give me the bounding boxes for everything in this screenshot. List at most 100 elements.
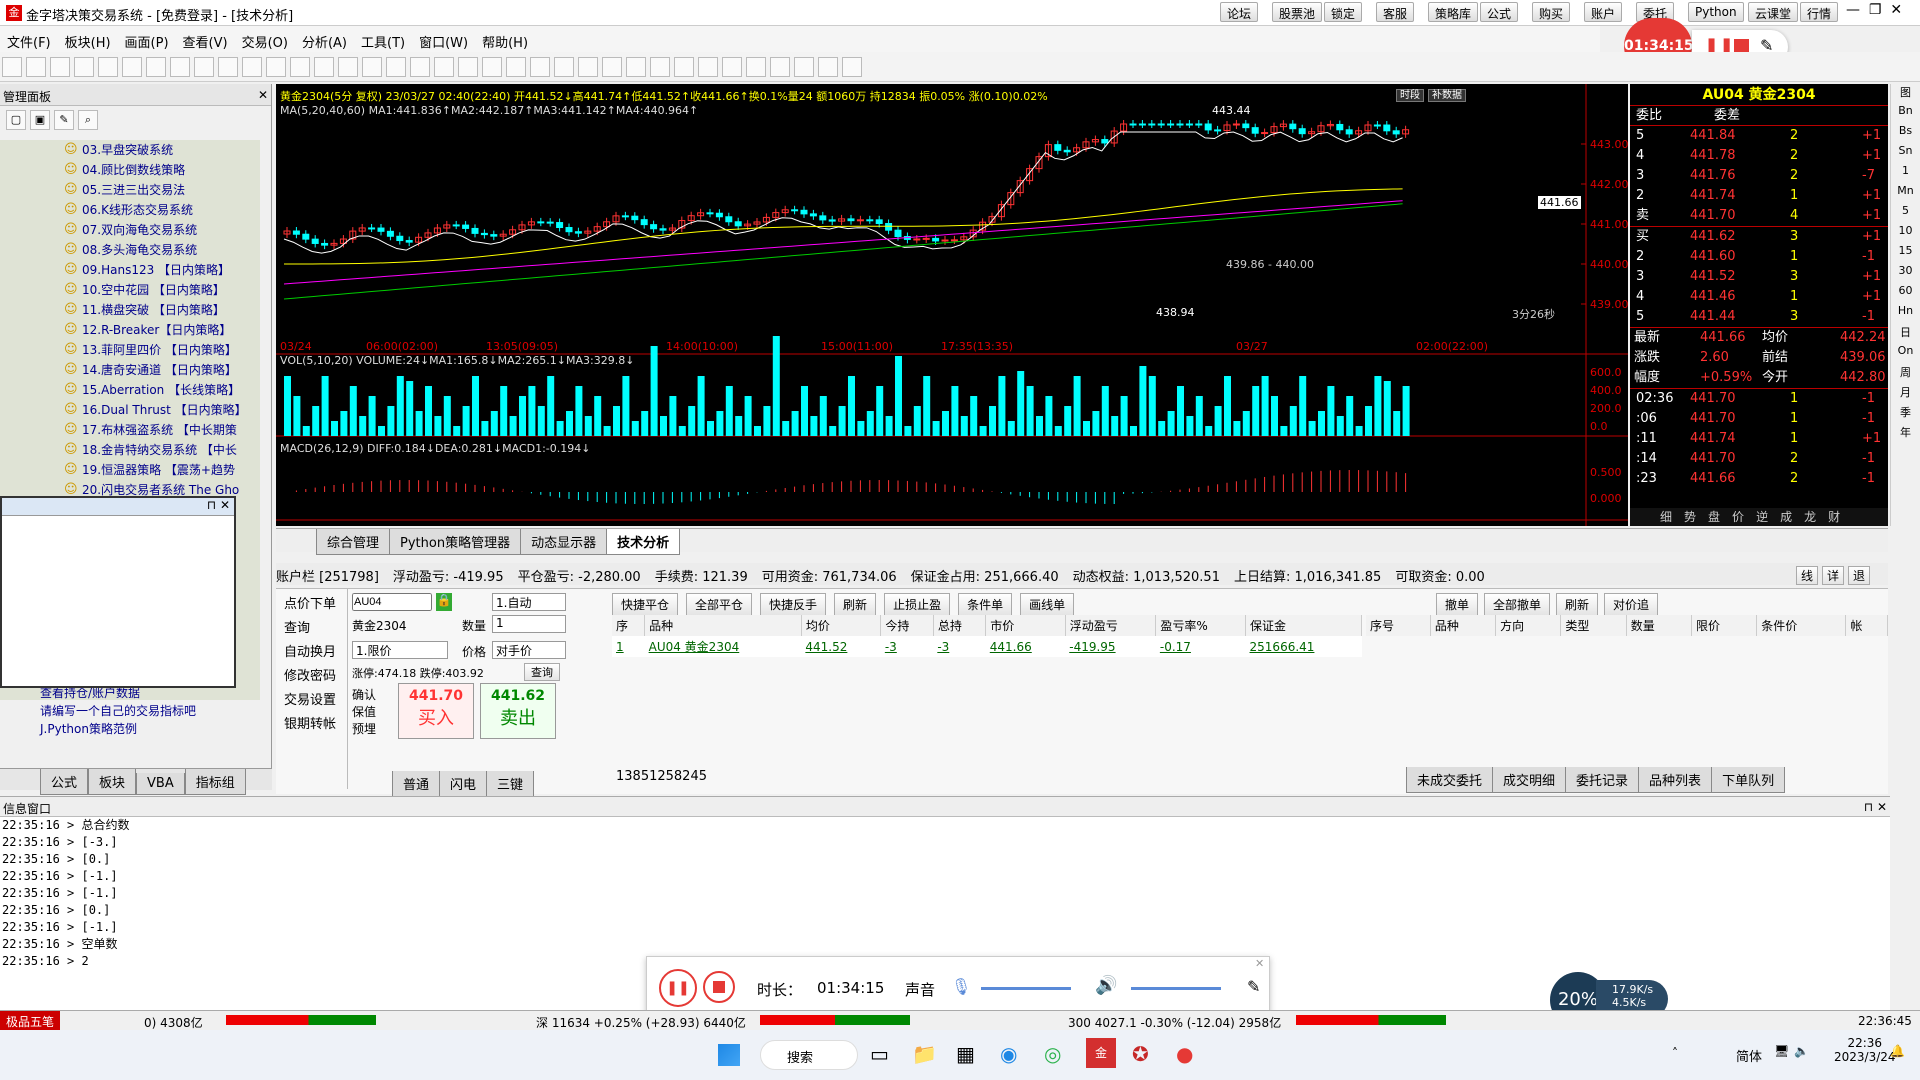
buy-button[interactable]: 441.70 买入 — [398, 683, 474, 739]
qty-input[interactable]: 1 — [492, 615, 566, 633]
order-menu-item[interactable]: 查询 — [276, 617, 347, 641]
index-icon[interactable] — [122, 57, 142, 77]
order-checkbox[interactable]: 保值 — [352, 704, 376, 721]
zoom-out-icon[interactable] — [338, 57, 358, 77]
strategy-item[interactable]: 11.横盘突破 【日内策略】 — [0, 300, 260, 320]
left-tab-3[interactable]: 指标组 — [184, 769, 246, 795]
draw-icon[interactable] — [26, 57, 46, 77]
period-button[interactable]: On — [1891, 344, 1920, 364]
home-icon[interactable] — [2, 57, 22, 77]
color-icon[interactable] — [746, 57, 766, 77]
order-tab[interactable]: 未成交委托 — [1406, 767, 1494, 793]
order-button[interactable]: 全部撤单 — [1484, 593, 1551, 616]
sell-button[interactable]: 441.62 卖出 — [480, 683, 556, 739]
period-button[interactable]: 月 — [1891, 384, 1920, 404]
panel-close-icon[interactable]: ✕ — [258, 88, 268, 102]
period-button[interactable]: 周 — [1891, 364, 1920, 384]
lock-icon[interactable] — [722, 57, 742, 77]
period-button[interactable]: 5 — [1891, 204, 1920, 224]
top-button-2[interactable]: 锁定 — [1324, 2, 1363, 22]
strategy-item[interactable]: 04.顾比倒数线策略 — [0, 160, 260, 180]
pen-icon[interactable]: ✎ — [1247, 977, 1260, 996]
quote-tab[interactable]: 价 — [1732, 510, 1744, 524]
period-button[interactable]: Sn — [1891, 144, 1920, 164]
position-button[interactable]: 止损止盈 — [884, 593, 951, 616]
quote-tab[interactable]: 龙 — [1804, 510, 1816, 524]
position-cell[interactable]: -3 — [881, 636, 933, 657]
position-cell[interactable]: 441.66 — [986, 636, 1065, 657]
magnet-icon[interactable] — [626, 57, 646, 77]
strategy-item[interactable]: 12.R-Breaker【日内策略】 — [0, 320, 260, 340]
period-button[interactable]: Mn — [1891, 184, 1920, 204]
chart-tag[interactable]: 时段 — [1396, 89, 1424, 102]
angle-icon[interactable] — [482, 57, 502, 77]
rect-icon[interactable] — [554, 57, 574, 77]
order-form-tab[interactable]: 普通 — [392, 771, 441, 797]
strategy-item[interactable]: 05.三进三出交易法 — [0, 180, 260, 200]
money-icon[interactable] — [194, 57, 214, 77]
query-button[interactable]: 查询 — [524, 663, 560, 681]
floating-window[interactable]: ⊓ ✕ — [0, 496, 236, 688]
position-cell[interactable]: AU04 黄金2304 — [645, 636, 802, 657]
edit-icon[interactable] — [170, 57, 190, 77]
speaker-icon[interactable]: 🔊 — [1095, 975, 1117, 996]
period-button[interactable]: 年 — [1891, 424, 1920, 444]
order-button[interactable]: 对价追 — [1604, 593, 1659, 616]
period-button[interactable]: 30 — [1891, 264, 1920, 284]
period-button[interactable]: Bs — [1891, 124, 1920, 144]
chart-canvas[interactable]: 443.00 442.00 441.00 440.00 439.00 600.0 400.0… — [276, 84, 1629, 526]
top-button-3[interactable]: 客服 — [1376, 2, 1415, 22]
left-tab-0[interactable]: 公式 — [40, 769, 89, 795]
top-button-7[interactable]: 账户 — [1584, 2, 1623, 22]
taskbar-search[interactable]: 搜索 — [760, 1040, 858, 1070]
code-input[interactable] — [352, 593, 432, 611]
store-icon[interactable]: ▦ — [956, 1042, 975, 1066]
circle-icon[interactable] — [578, 57, 598, 77]
volume-icon[interactable]: 🔈 — [1794, 1044, 1809, 1058]
microphone-icon[interactable]: 🎙 — [951, 977, 971, 996]
period-button[interactable]: 季 — [1891, 404, 1920, 424]
start-icon[interactable] — [718, 1044, 740, 1066]
cross-icon[interactable] — [842, 57, 862, 77]
channel-icon[interactable] — [506, 57, 526, 77]
settings-icon[interactable] — [362, 57, 382, 77]
app-emblem-icon[interactable]: ✪ — [1132, 1042, 1149, 1066]
task-view-icon[interactable]: ▭ — [870, 1042, 889, 1066]
percent-icon[interactable] — [434, 57, 454, 77]
speaker-volume-slider[interactable] — [1131, 987, 1221, 990]
text-icon[interactable] — [602, 57, 622, 77]
mic-volume-slider[interactable] — [981, 987, 1071, 990]
recorder-app-icon[interactable]: ● — [1176, 1042, 1193, 1066]
period-button[interactable]: 图 — [1891, 84, 1920, 104]
order-menu-item[interactable]: 自动换月 — [276, 641, 347, 665]
window-icon[interactable] — [146, 57, 166, 77]
zoom-in-icon[interactable] — [314, 57, 334, 77]
order-form-tab[interactable]: 三键 — [486, 771, 535, 797]
order-form-tab[interactable]: 闪电 — [439, 771, 488, 797]
chart-tag[interactable]: 补数据 — [1428, 89, 1466, 102]
main-tab-2[interactable]: 动态显示器 — [520, 529, 608, 555]
position-cell[interactable]: 1 — [612, 636, 645, 657]
order-menu-item[interactable]: 修改密码 — [276, 665, 347, 689]
stop-button[interactable] — [703, 971, 735, 1003]
line-icon[interactable] — [410, 57, 430, 77]
filter-icon[interactable] — [218, 57, 238, 77]
strategy-item[interactable]: 15.Aberration 【长线策略】 — [0, 380, 260, 400]
bars-icon[interactable] — [98, 57, 118, 77]
cursor-icon[interactable] — [386, 57, 406, 77]
tree-extra-item[interactable]: 请编写一个自己的交易指标吧 — [40, 702, 260, 720]
edit-icon[interactable]: ✎ — [54, 110, 74, 130]
strategy-item[interactable]: 16.Dual Thrust 【日内策略】 — [0, 400, 260, 420]
order-tab[interactable]: 下单队列 — [1711, 767, 1786, 793]
quote-tab[interactable]: 盘 — [1708, 510, 1720, 524]
import-icon[interactable] — [50, 57, 70, 77]
quote-tab[interactable]: 成 — [1780, 510, 1792, 524]
order-button[interactable]: 刷新 — [1556, 593, 1599, 616]
network-icon[interactable]: 🖥 — [1774, 1044, 1789, 1058]
position-button[interactable]: 刷新 — [834, 593, 877, 616]
search-icon[interactable]: ⌕ — [78, 110, 98, 130]
layout-icon[interactable] — [74, 57, 94, 77]
lock-icon[interactable]: 🔒 — [436, 593, 452, 611]
quote-tab[interactable]: 财 — [1828, 510, 1840, 524]
notification-icon[interactable]: 🔔 — [1890, 1044, 1905, 1058]
